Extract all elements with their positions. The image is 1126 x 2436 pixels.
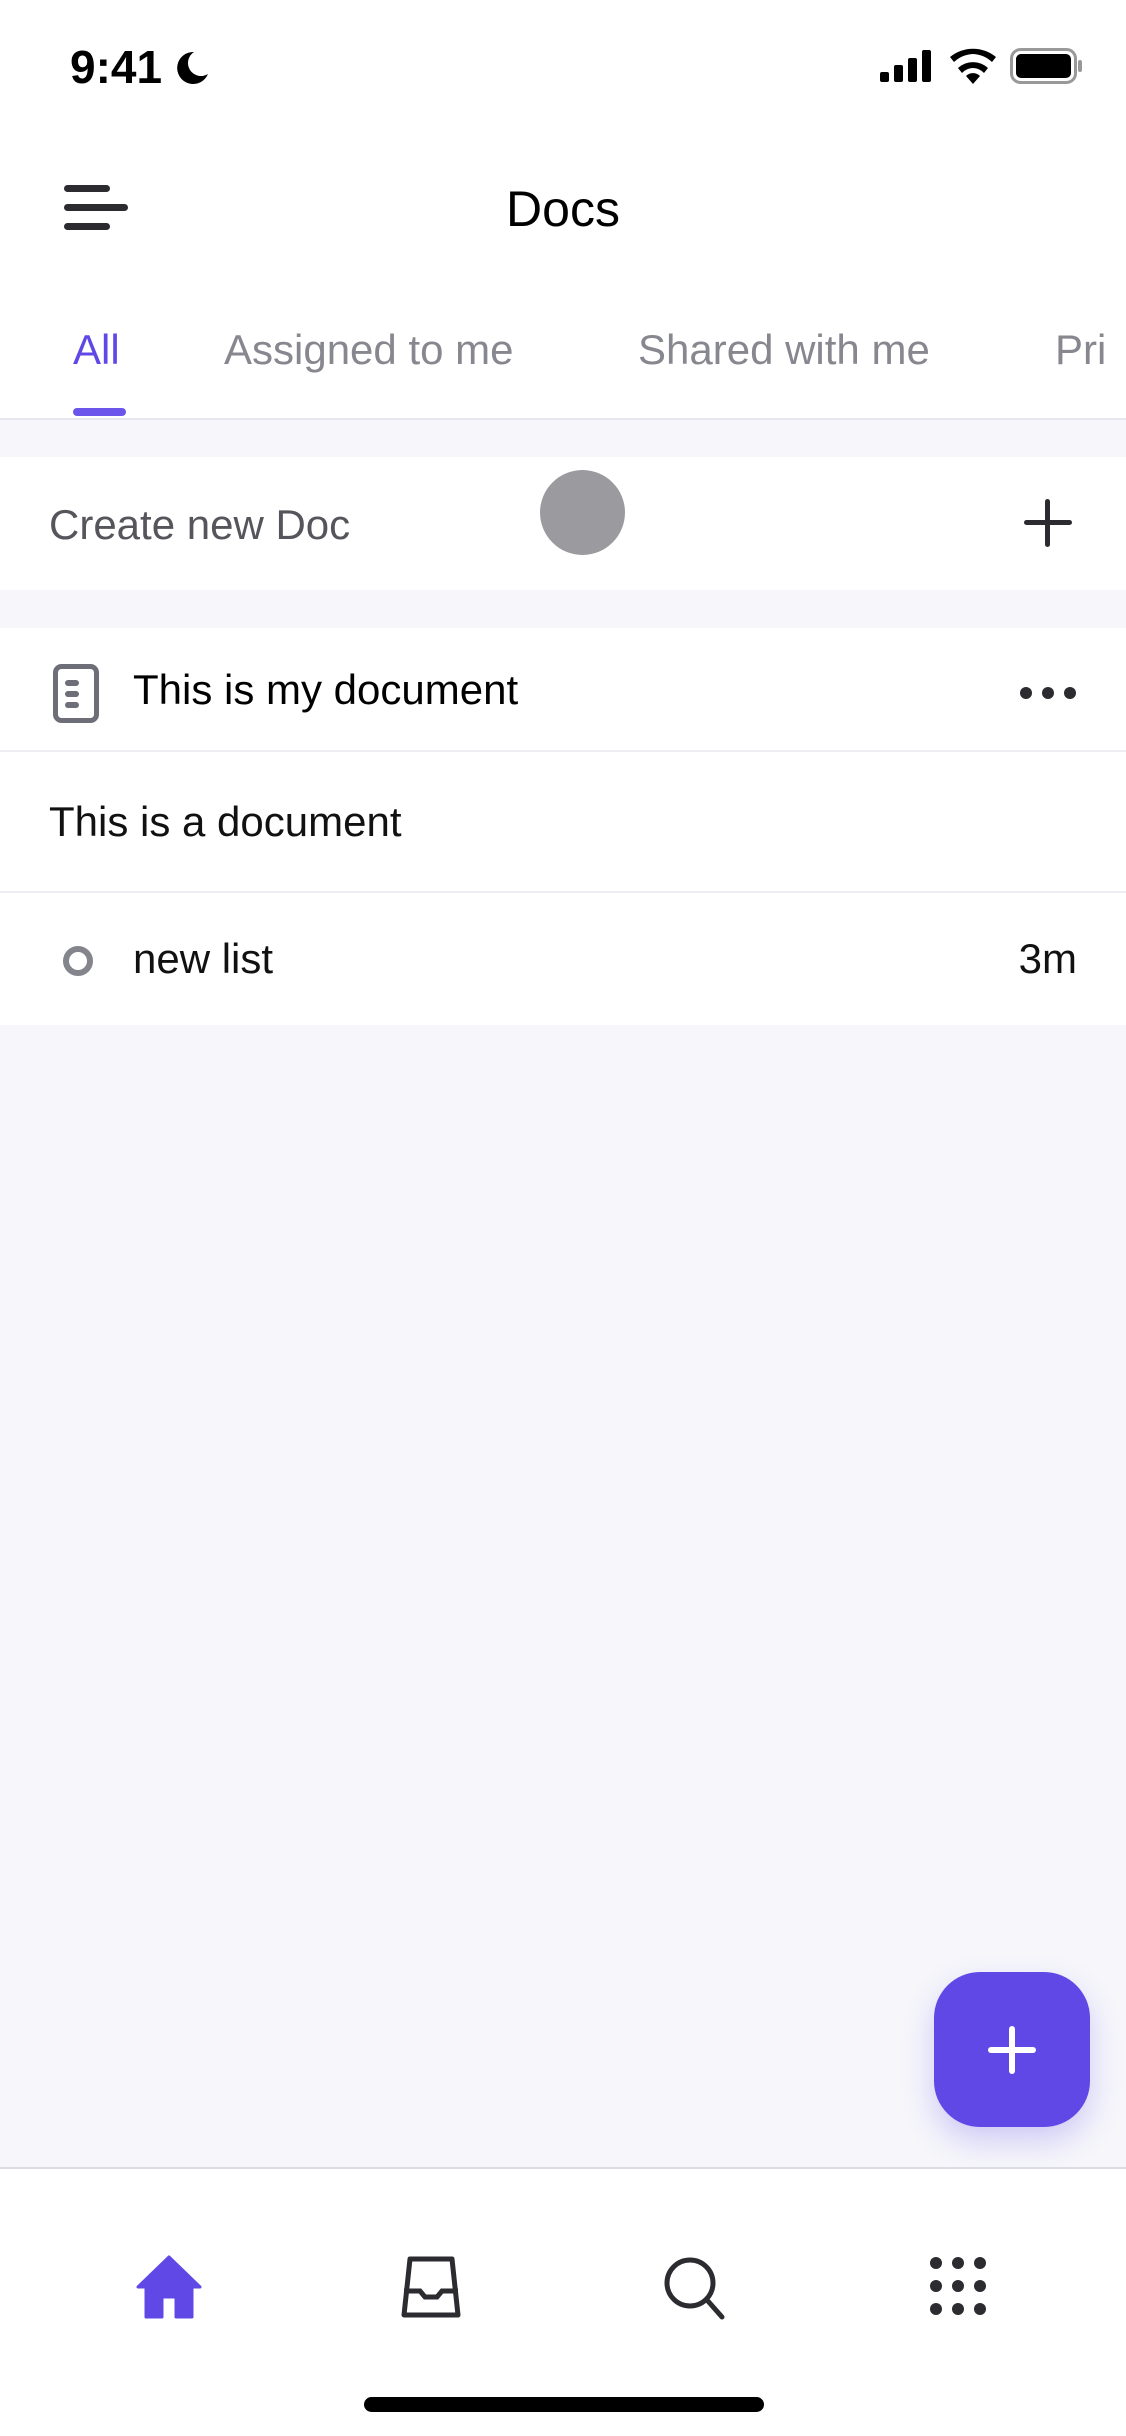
inbox-icon[interactable] xyxy=(398,2255,464,2319)
tab-private[interactable]: Pri xyxy=(1055,326,1105,374)
list-item-time: 3m xyxy=(1018,935,1077,982)
bottom-nav-bar xyxy=(0,2167,1126,2436)
document-content: This is a document xyxy=(49,798,402,845)
plus-icon[interactable] xyxy=(1022,497,1074,549)
tab-shared-with-me[interactable]: Shared with me xyxy=(638,326,930,374)
document-title: This is my document xyxy=(133,666,519,713)
tab-assigned-to-me[interactable]: Assigned to me xyxy=(224,326,514,374)
document-header-row[interactable]: This is my document xyxy=(0,628,1126,752)
home-indicator xyxy=(364,2397,764,2412)
more-options-icon[interactable] xyxy=(1018,685,1078,701)
wifi-icon xyxy=(950,48,996,84)
list-item[interactable]: new list 3m xyxy=(0,893,1126,1025)
battery-icon xyxy=(1010,48,1082,84)
fab-add-button[interactable] xyxy=(934,1972,1090,2127)
create-new-doc-row[interactable]: Create new Doc xyxy=(0,457,1126,590)
create-new-doc-label: Create new Doc xyxy=(49,501,351,548)
page-title: Docs xyxy=(506,181,620,237)
plus-icon xyxy=(988,2026,1036,2074)
status-circle-icon[interactable] xyxy=(63,946,93,976)
active-tab-indicator xyxy=(73,408,126,416)
apps-grid-icon[interactable] xyxy=(928,2255,988,2317)
tab-all[interactable]: All xyxy=(73,326,120,374)
status-bar: 9:41 xyxy=(0,0,1126,140)
status-time: 9:41 xyxy=(70,41,163,93)
moon-icon xyxy=(177,51,208,84)
list-item-label: new list xyxy=(133,935,274,982)
document-content-row[interactable]: This is a document xyxy=(0,752,1126,893)
touch-indicator xyxy=(540,470,625,555)
home-icon[interactable] xyxy=(136,2255,202,2319)
signal-icon xyxy=(880,50,931,82)
search-icon[interactable] xyxy=(662,2255,728,2321)
document-icon xyxy=(53,664,99,723)
